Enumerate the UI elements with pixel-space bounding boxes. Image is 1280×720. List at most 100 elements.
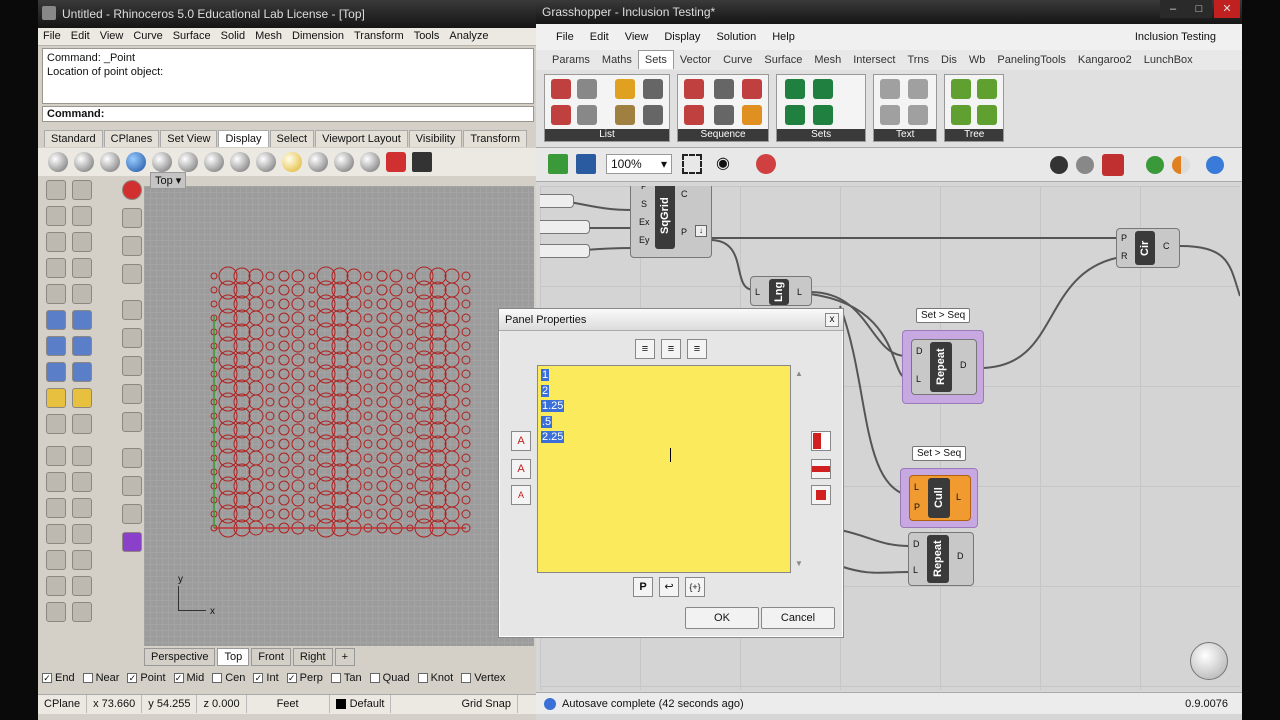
light-sphere-icon[interactable] (282, 152, 302, 172)
box-icon[interactable] (46, 336, 66, 356)
osnap-checkbox[interactable] (461, 673, 472, 684)
cull-pattern-icon[interactable] (684, 79, 705, 99)
rhino-menu-file[interactable]: File (38, 28, 66, 44)
nurbs-icon[interactable] (122, 300, 142, 320)
tab-display[interactable]: Display (218, 130, 269, 147)
gh-tab-curve[interactable]: Curve (717, 50, 758, 70)
gh-menu-file[interactable]: File (556, 31, 574, 43)
move-icon[interactable] (46, 414, 66, 434)
drafting-icon[interactable] (46, 524, 66, 544)
osnap-checkbox[interactable] (212, 673, 223, 684)
osnap-checkbox[interactable]: ✓ (127, 673, 138, 684)
circle-component[interactable]: P R Cir C (1116, 228, 1180, 268)
split-icon[interactable] (72, 446, 92, 466)
osnap-quad[interactable]: Quad (369, 672, 410, 684)
mesh-tools-icon[interactable] (122, 448, 142, 468)
rhino-menu-analyze[interactable]: Analyze (444, 28, 493, 44)
lng-input-l[interactable]: L (755, 287, 760, 297)
osnap-checkbox[interactable] (330, 673, 341, 684)
cancel-render-icon[interactable] (386, 152, 406, 172)
graft-tree-icon[interactable] (977, 79, 998, 99)
lng-output-l[interactable]: L (797, 287, 802, 297)
save-file-icon[interactable] (576, 154, 596, 174)
tab-transform[interactable]: Transform (463, 130, 528, 147)
repeat1-input-d[interactable]: D (916, 346, 923, 356)
panel-color-red-icon[interactable] (811, 431, 831, 451)
blue-sphere-icon[interactable] (126, 152, 146, 172)
view-tab-right[interactable]: Right (292, 648, 333, 666)
rhino-menu-surface[interactable]: Surface (168, 28, 216, 44)
duplicate-icon[interactable] (714, 105, 735, 125)
cube-front-icon[interactable] (122, 384, 142, 404)
gh-tab-maths[interactable]: Maths (596, 50, 638, 70)
align-right-icon[interactable]: ≡ (687, 339, 707, 359)
osnap-checkbox[interactable] (417, 673, 428, 684)
gh-tab-wb[interactable]: Wb (963, 50, 992, 70)
special-codes-button[interactable]: {+} (685, 577, 705, 597)
osnap-checkbox[interactable]: ✓ (253, 673, 264, 684)
number-slider[interactable] (540, 244, 590, 258)
minimize-icon[interactable]: – (1160, 0, 1186, 18)
material-icon[interactable] (308, 152, 328, 172)
osnap-perp[interactable]: ✓ Perp (286, 672, 323, 684)
properties-icon[interactable] (72, 602, 92, 622)
tab-set-view[interactable]: Set View (160, 130, 218, 147)
list-weave-icon[interactable] (615, 105, 635, 125)
add-view-button[interactable]: + (334, 648, 356, 666)
text-case-icon[interactable] (880, 105, 901, 125)
cir-input-p[interactable]: P (1121, 233, 1127, 243)
loft-icon[interactable] (72, 310, 92, 330)
rhino-menu-dimension[interactable]: Dimension (287, 28, 349, 44)
sphere-icon[interactable] (72, 336, 92, 356)
tab-viewport-layout[interactable]: Viewport Layout (315, 130, 408, 147)
view-tab-perspective[interactable]: Perspective (144, 648, 216, 666)
gh-menu-solution[interactable]: Solution (716, 31, 756, 43)
osnap-int[interactable]: ✓ Int (253, 672, 279, 684)
top-viewport[interactable]: y x (144, 186, 534, 646)
polyline-icon[interactable] (46, 206, 66, 226)
sqgrid-output-p[interactable]: P (681, 227, 687, 237)
flatten-icon[interactable]: ↓ (695, 225, 707, 237)
cull-component[interactable]: L P Cull L (909, 475, 971, 521)
render-tools-icon[interactable] (46, 602, 66, 622)
word-wrap-button[interactable]: ↩ (659, 577, 679, 597)
align-left-icon[interactable]: ≡ (635, 339, 655, 359)
tab-cplanes[interactable]: CPlanes (103, 130, 160, 147)
polygon-icon[interactable] (46, 284, 66, 304)
gh-tab-mesh[interactable]: Mesh (808, 50, 847, 70)
rhino-menu-edit[interactable]: Edit (66, 28, 95, 44)
cull-group[interactable]: L P Cull L (900, 468, 978, 528)
object-props-icon[interactable] (122, 476, 142, 496)
cir-input-r[interactable]: R (1121, 251, 1128, 261)
transform-icon[interactable] (46, 388, 66, 408)
cube-right-icon[interactable] (122, 412, 142, 432)
gh-menu-display[interactable]: Display (664, 31, 700, 43)
set-union-icon[interactable] (785, 79, 806, 99)
cube-top-icon[interactable] (122, 356, 142, 376)
surface-icon[interactable] (46, 310, 66, 330)
trim-icon[interactable] (72, 472, 92, 492)
preview-mode-icon[interactable] (1050, 156, 1068, 174)
list-sort-icon[interactable] (577, 105, 597, 125)
rhino-menu-mesh[interactable]: Mesh (250, 28, 287, 44)
maximize-icon[interactable]: □ (1186, 0, 1212, 18)
list-shift-icon[interactable] (615, 79, 635, 99)
tab-visibility[interactable]: Visibility (408, 130, 463, 147)
gh-menu-help[interactable]: Help (772, 31, 795, 43)
panel-text-area[interactable]: 1 2 1.25 .5 2.25 (537, 365, 791, 573)
cull-input-p[interactable]: P (914, 502, 920, 512)
lng-component[interactable]: L Lng L (750, 276, 812, 306)
gh-tab-surface[interactable]: Surface (758, 50, 808, 70)
simplify-tree-icon[interactable] (951, 105, 972, 125)
ghosted-sphere-icon[interactable] (152, 152, 172, 172)
gh-tab-panelingtools[interactable]: PanelingTools (991, 50, 1072, 70)
font-increase-icon[interactable]: A (511, 431, 531, 451)
scroll-up-icon[interactable]: ▲ (795, 369, 803, 378)
join-icon[interactable] (46, 472, 66, 492)
osnap-checkbox[interactable] (369, 673, 380, 684)
wireframe-sphere-icon[interactable] (48, 152, 68, 172)
tab-standard[interactable]: Standard (44, 130, 103, 147)
fibonacci-icon[interactable] (742, 79, 763, 99)
display-preview-icon[interactable] (1206, 156, 1224, 174)
layout-icon[interactable] (72, 550, 92, 570)
